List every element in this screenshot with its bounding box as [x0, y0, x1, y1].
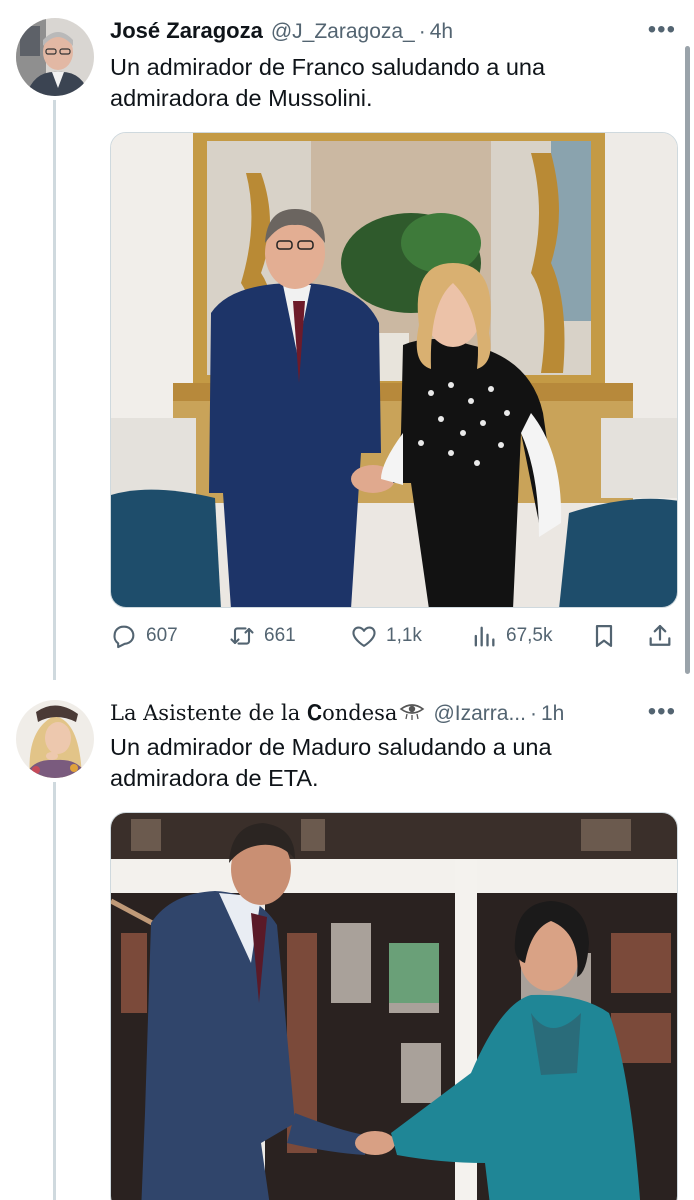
views-button[interactable]: 67,5k — [470, 622, 552, 650]
separator-dot: · — [529, 702, 537, 725]
bookmark-button[interactable] — [590, 622, 626, 650]
tweet[interactable]: José Zaragoza @J_Zaragoza_ · 4h ••• Un a… — [0, 0, 694, 690]
like-button[interactable]: 1,1k — [350, 622, 422, 650]
tweet-text-line: Un admirador de Franco saludando a una — [110, 54, 546, 80]
reply-icon — [113, 625, 135, 649]
retweet-icon — [230, 627, 254, 645]
tweet-text-line: admiradora de Mussolini. — [110, 85, 373, 111]
tweet-actions: 607 661 1,1k 67,5k — [110, 622, 678, 652]
tweet-photo[interactable] — [110, 812, 678, 1200]
eye-emoji-icon — [399, 700, 425, 720]
tweet-text: Un admirador de Maduro saludando a una a… — [110, 732, 674, 794]
views-count: 67,5k — [506, 625, 553, 646]
bookmark-icon — [595, 624, 613, 648]
tweet-text-line: Un admirador de Maduro saludando a una — [110, 734, 552, 760]
scrollbar[interactable] — [685, 46, 690, 674]
author-name[interactable]: José Zaragoza — [110, 18, 263, 44]
tweet-text-line: admiradora de ETA. — [110, 765, 319, 791]
tweet-header: La Asistente de la 𝐂ondesa @Izarra... · … — [110, 700, 674, 726]
author-handle[interactable]: @Izarra... — [433, 702, 526, 726]
more-icon[interactable]: ••• — [648, 698, 676, 726]
retweet-button[interactable]: 661 — [228, 622, 296, 650]
like-icon — [352, 626, 376, 647]
more-icon[interactable]: ••• — [648, 16, 676, 44]
avatar[interactable] — [16, 18, 94, 96]
views-icon — [474, 626, 495, 647]
tweet[interactable]: La Asistente de la 𝐂ondesa @Izarra... · … — [0, 690, 694, 1200]
share-button[interactable] — [646, 622, 682, 650]
retweet-count: 661 — [264, 625, 296, 646]
share-icon — [649, 624, 671, 646]
tweet-header: José Zaragoza @J_Zaragoza_ · 4h — [110, 18, 674, 44]
avatar[interactable] — [16, 700, 94, 778]
tweet-text: Un admirador de Franco saludando a una a… — [110, 52, 674, 114]
separator-dot: · — [418, 20, 426, 43]
timestamp[interactable]: 4h — [430, 20, 453, 44]
tweet-photo[interactable] — [110, 132, 678, 608]
reply-button[interactable]: 607 — [110, 622, 178, 650]
author-handle[interactable]: @J_Zaragoza_ — [271, 20, 415, 44]
reply-count: 607 — [146, 625, 178, 646]
author-name[interactable]: La Asistente de la 𝐂ondesa — [110, 701, 397, 726]
timestamp[interactable]: 1h — [541, 702, 564, 726]
like-count: 1,1k — [386, 625, 422, 646]
